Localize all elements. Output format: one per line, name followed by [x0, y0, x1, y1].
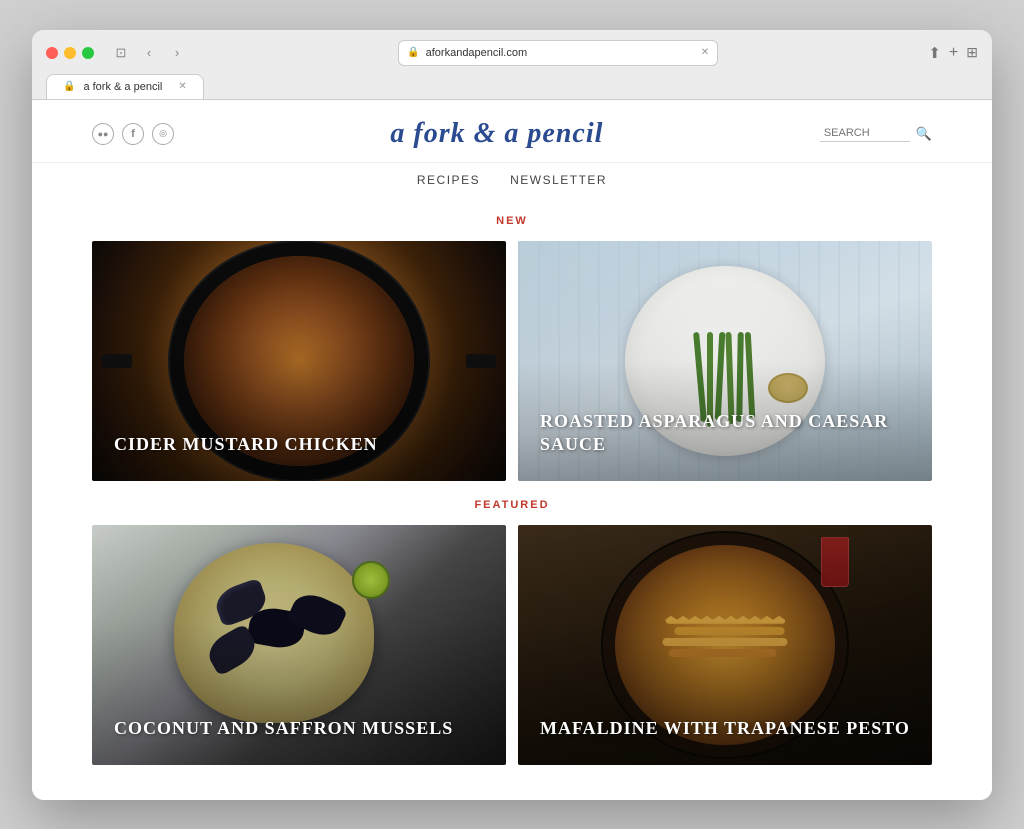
traffic-lights: [46, 47, 94, 59]
recipe-title-mussels: COCONUT AND SAFFRON MUSSELS: [114, 717, 484, 740]
maximize-button[interactable]: [82, 47, 94, 59]
minimize-button[interactable]: [64, 47, 76, 59]
header-search: 🔍: [820, 125, 932, 142]
recipe-card-pasta[interactable]: MAFALDINE WITH TRAPANESE PESTO: [518, 525, 932, 765]
social-icon-facebook[interactable]: f: [122, 123, 144, 145]
forward-icon[interactable]: ›: [166, 42, 188, 64]
active-tab[interactable]: 🔒 a fork & a pencil ✕: [46, 74, 204, 99]
new-tab-icon[interactable]: +: [949, 44, 958, 62]
back-icon[interactable]: ‹: [138, 42, 160, 64]
site-nav: RECIPES NEWSLETTER: [32, 163, 992, 197]
nav-recipes[interactable]: RECIPES: [417, 173, 480, 187]
recipe-title-chicken: CIDER MUSTARD CHICKEN: [114, 433, 484, 456]
tab-close-icon[interactable]: ✕: [701, 47, 709, 58]
header-social: ●● f ◎: [92, 123, 174, 145]
tab-title: a fork & a pencil: [83, 81, 162, 93]
recipe-title-asparagus: ROASTED ASPARAGUS AND CAESAR SAUCE: [540, 410, 910, 457]
social-icon-circle[interactable]: ●●: [92, 123, 114, 145]
grid-view-icon[interactable]: ⊞: [966, 44, 978, 61]
tab-close-btn[interactable]: ✕: [178, 81, 186, 92]
new-recipe-grid: CIDER MUSTARD CHICKEN: [32, 241, 992, 481]
recipe-card-asparagus[interactable]: ROASTED ASPARAGUS AND CAESAR SAUCE: [518, 241, 932, 481]
section-label-new: NEW: [32, 215, 992, 227]
sidebar-toggle-icon[interactable]: ⊡: [110, 42, 132, 64]
browser-chrome: ⊡ ‹ › 🔒 aforkandapencil.com ✕ ⬆ + ⊞ 🔒: [32, 30, 992, 100]
featured-recipe-grid: COCONUT AND SAFFRON MUSSELS: [32, 525, 992, 765]
lock-icon: 🔒: [407, 47, 419, 58]
share-icon[interactable]: ⬆: [928, 44, 941, 62]
tab-favicon: 🔒: [63, 81, 75, 92]
browser-controls: ⊡ ‹ ›: [110, 42, 188, 64]
site-title: a fork & a pencil: [390, 118, 603, 150]
social-icon-instagram[interactable]: ◎: [152, 123, 174, 145]
recipe-card-chicken[interactable]: CIDER MUSTARD CHICKEN: [92, 241, 506, 481]
browser-window: ⊡ ‹ › 🔒 aforkandapencil.com ✕ ⬆ + ⊞ 🔒: [32, 30, 992, 800]
browser-top-bar: ⊡ ‹ › 🔒 aforkandapencil.com ✕ ⬆ + ⊞: [46, 40, 978, 66]
search-input[interactable]: [820, 125, 910, 142]
address-bar-wrapper: 🔒 aforkandapencil.com ✕: [196, 40, 920, 66]
search-icon[interactable]: 🔍: [916, 126, 932, 142]
url-text: aforkandapencil.com: [426, 47, 528, 59]
site-header: ●● f ◎ a fork & a pencil 🔍: [32, 100, 992, 163]
section-label-featured: FEATURED: [32, 499, 992, 511]
nav-newsletter[interactable]: NEWSLETTER: [510, 173, 607, 187]
recipe-card-mussels[interactable]: COCONUT AND SAFFRON MUSSELS: [92, 525, 506, 765]
close-button[interactable]: [46, 47, 58, 59]
recipe-title-pasta: MAFALDINE WITH TRAPANESE PESTO: [540, 717, 910, 740]
site-content: ●● f ◎ a fork & a pencil 🔍 RECIPES NEWSL…: [32, 100, 992, 800]
browser-tab-bar: 🔒 a fork & a pencil ✕: [46, 74, 978, 99]
address-bar[interactable]: 🔒 aforkandapencil.com ✕: [398, 40, 718, 66]
browser-right-controls: ⬆ + ⊞: [928, 44, 978, 62]
